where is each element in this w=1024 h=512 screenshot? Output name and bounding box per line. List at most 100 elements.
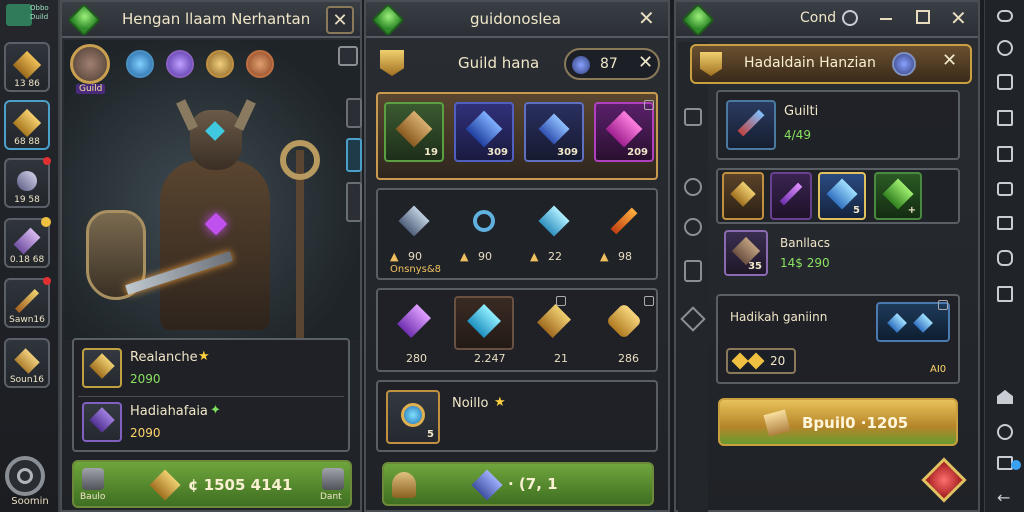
home-icon[interactable] — [997, 390, 1013, 404]
inventory-counter[interactable]: 87 ✕ — [564, 48, 660, 80]
close-icon[interactable]: ✕ — [950, 6, 967, 30]
hero-panel: Hengan llaam Nerhantan ✕ Guild Realanche… — [60, 0, 362, 512]
settings-ring-button[interactable] — [5, 456, 45, 496]
info-icon[interactable] — [644, 100, 654, 110]
featured-slot-4[interactable]: 209 — [594, 102, 654, 162]
item-name-1: Realanche — [130, 350, 198, 365]
share-icon[interactable] — [997, 74, 1013, 90]
bundle-value: 14$ 290 — [780, 256, 830, 270]
row2-slot-4[interactable] — [594, 196, 654, 250]
inventory-footer-button[interactable]: · (7, 1 — [382, 462, 654, 506]
purple-crystal-icon — [397, 303, 431, 338]
close-icon[interactable]: ✕ — [638, 52, 653, 73]
sidebar-item-1[interactable]: 13 86 — [4, 42, 50, 92]
row2-slot-3[interactable] — [524, 196, 584, 250]
green-gem-icon — [371, 3, 405, 37]
info-icon[interactable] — [644, 296, 654, 306]
potion-icon[interactable] — [166, 50, 194, 78]
sidebar-item-5[interactable]: Sawn16 — [4, 277, 51, 328]
info-icon[interactable] — [556, 296, 566, 306]
build-subheader[interactable]: Hadaldain Hanzian ✕ — [690, 44, 972, 84]
row2-slot-1[interactable] — [384, 196, 444, 250]
build-button-label: Bpuil0 ·1205 — [802, 414, 909, 432]
keyboard-icon[interactable] — [997, 216, 1013, 230]
import-icon[interactable] — [997, 110, 1013, 126]
guild-value: 4/49 — [784, 128, 811, 142]
maximize-icon[interactable] — [916, 10, 930, 24]
gold-horn-icon — [537, 303, 571, 338]
sidebar-item-6[interactable]: Soun16 — [4, 338, 50, 388]
gamepad-icon[interactable] — [997, 250, 1013, 266]
wand-icon — [737, 109, 765, 137]
hero-footer-bar[interactable]: Baulo ¢ 1505 4141 Dant — [72, 460, 352, 508]
close-icon[interactable]: ✕ — [638, 6, 655, 30]
guild-card: Guilti 4/49 — [716, 90, 960, 160]
close-button[interactable]: ✕ — [326, 6, 354, 34]
sidebar-item-4[interactable]: 0.18 68 — [4, 217, 51, 268]
orb-icon[interactable] — [126, 50, 154, 78]
build-slot-1[interactable] — [722, 172, 764, 220]
build-panel-titlebar: Cond ✕ — [676, 2, 978, 38]
item-slot-1[interactable] — [82, 348, 122, 388]
dant-icon — [322, 468, 344, 490]
guild-item-slot[interactable] — [726, 100, 776, 150]
single-item-slot[interactable]: 5 — [386, 390, 440, 444]
back-icon[interactable]: ← — [997, 488, 1010, 507]
info-icon[interactable] — [938, 300, 948, 310]
close-icon[interactable]: ✕ — [942, 50, 957, 71]
row3-slot-3[interactable] — [524, 296, 584, 350]
gear-icon[interactable] — [997, 40, 1013, 56]
side-tab-2[interactable] — [346, 138, 362, 172]
tab-icon-1[interactable] — [684, 108, 702, 126]
hero-body — [160, 160, 270, 330]
row3-slot-2[interactable] — [454, 296, 514, 350]
sidebar-item-2[interactable]: 68 88 — [4, 100, 50, 150]
amulet-icon — [396, 397, 430, 432]
sidebar-item-3[interactable]: 19 58 — [4, 157, 51, 208]
location-icon[interactable] — [997, 424, 1013, 440]
featured-slot-3[interactable]: 309 — [524, 102, 584, 162]
baulo-icon — [82, 468, 104, 490]
link-icon[interactable] — [997, 10, 1013, 22]
build-slot-3[interactable]: 5 — [818, 172, 866, 220]
hero-head — [190, 110, 242, 170]
side-tab-1[interactable] — [346, 98, 362, 128]
featured-slot-1[interactable]: 19 — [384, 102, 444, 162]
item-slot-2[interactable] — [82, 402, 122, 442]
featured-items-row: 19 309 309 209 — [376, 92, 658, 180]
side-tab-3[interactable] — [346, 182, 362, 222]
bomb-icon[interactable] — [206, 50, 234, 78]
camera-icon[interactable] — [997, 182, 1013, 196]
tab-icon-4[interactable] — [684, 260, 702, 282]
build-slot-2[interactable] — [770, 172, 812, 220]
row2-prefix-4: ▲ — [600, 250, 609, 263]
guild-avatar[interactable] — [70, 44, 110, 84]
minimize-icon[interactable] — [880, 18, 892, 20]
items-row-2: ▲ 90 ▲ 90 ▲ 22 ▲ 98 Onsnys&8 — [376, 188, 658, 280]
screenshot-icon[interactable] — [997, 146, 1013, 162]
tab-icon-5[interactable] — [680, 306, 706, 332]
build-button[interactable]: Bpuil0 ·1205 — [718, 398, 958, 446]
window-icon[interactable] — [997, 286, 1013, 302]
close-icon: ✕ — [332, 9, 348, 31]
fire-arrow-icon — [610, 207, 638, 234]
chest-icon[interactable] — [246, 50, 274, 78]
refresh-icon[interactable] — [842, 10, 858, 26]
tab-icon-2[interactable] — [684, 178, 702, 196]
featured-slot-2[interactable]: 309 — [454, 102, 514, 162]
ice-shard-icon — [887, 313, 907, 333]
star-icon: ★ — [198, 349, 210, 364]
feather-icon — [13, 227, 41, 255]
row2-slot-2[interactable] — [454, 196, 514, 250]
inventory-panel-title: guidonoslea — [470, 10, 561, 28]
build-slot-4[interactable]: + — [874, 172, 922, 220]
row3-slot-1[interactable] — [384, 296, 444, 350]
box-icon — [89, 407, 115, 433]
section-note: AI0 — [930, 364, 947, 375]
menu-icon[interactable] — [338, 46, 358, 66]
gold-coin-icon — [747, 352, 765, 370]
tab-icon-3[interactable] — [684, 218, 702, 236]
bundle-slot[interactable]: 35 — [724, 230, 768, 276]
red-gem-button[interactable] — [921, 457, 967, 503]
row2-prefix-2: ▲ — [460, 250, 469, 263]
